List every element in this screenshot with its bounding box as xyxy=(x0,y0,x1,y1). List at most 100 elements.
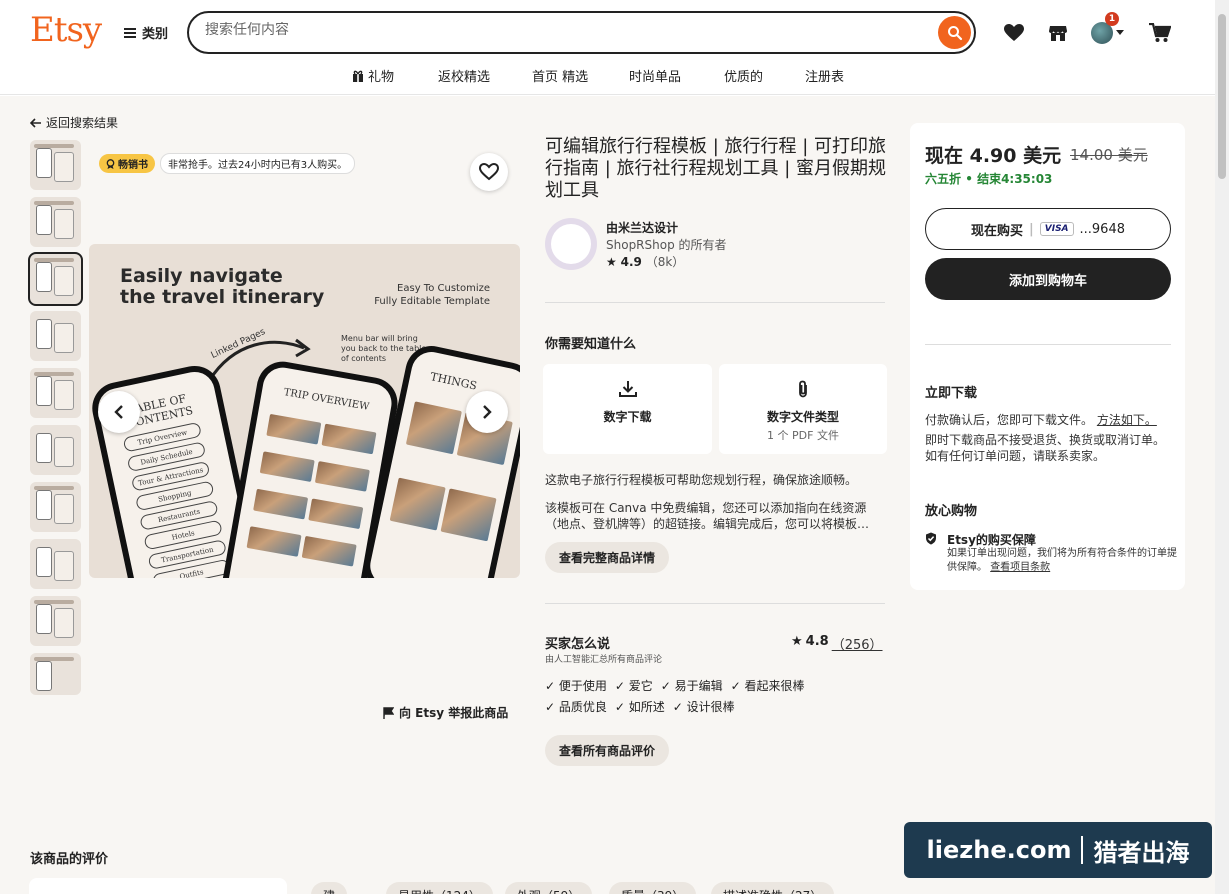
thumbnail[interactable] xyxy=(30,197,81,247)
chevron-left-icon xyxy=(114,405,123,419)
shop-manager-button[interactable] xyxy=(1045,20,1071,46)
how-it-works-link[interactable]: 方法如下。 xyxy=(1097,413,1157,427)
divider xyxy=(545,302,885,303)
shop-logo[interactable] xyxy=(545,218,597,270)
thumbnail[interactable] xyxy=(30,140,81,190)
travel-photo xyxy=(440,488,497,542)
cart-button[interactable] xyxy=(1147,20,1173,46)
next-image-button[interactable] xyxy=(466,391,508,433)
view-all-reviews-button[interactable]: 查看所有商品评价 xyxy=(545,735,670,766)
review-filter-chip[interactable]: 建 xyxy=(311,882,348,894)
hero-note-line1: Menu bar will bring xyxy=(341,334,418,343)
description-p2: 该模板可在 Canva 中免费编辑，您还可以添加指向在线资源（地点、登机牌等）的… xyxy=(545,501,870,531)
account-menu[interactable]: 1 xyxy=(1089,12,1125,46)
thumbnail[interactable] xyxy=(30,368,81,418)
phone2-title: TRIP OVERVIEW xyxy=(282,387,370,413)
file-type-label: 数字文件类型 xyxy=(766,410,839,424)
back-to-results-link[interactable]: 返回搜索结果 xyxy=(30,114,118,131)
travel-photo xyxy=(253,488,309,520)
digital-download-label: 数字下载 xyxy=(603,410,652,424)
medal-icon xyxy=(106,158,115,169)
file-type-sub: 1 个 PDF 文件 xyxy=(767,429,839,442)
hero-title: Easily navigate the travel itinerary xyxy=(120,266,324,308)
description-p1: 这款电子旅行行程模板可帮助您规划行程，确保旅途顺畅。 xyxy=(545,473,858,487)
storefront-icon xyxy=(1049,26,1067,41)
current-price: 现在 4.90 美元 xyxy=(925,145,1062,167)
listing-badges: 畅销书 非常抢手。过去24小时内已有3人购买。 xyxy=(99,153,356,174)
shop-name[interactable]: 由米兰达设计 xyxy=(606,219,727,236)
hero-subtitle-line1: Easy To Customize xyxy=(397,283,490,294)
paperclip-icon xyxy=(799,380,807,398)
product-title: 可编辑旅行行程模板 | 旅行行程 | 可打印旅行指南 | 旅行社行程规划工具 |… xyxy=(545,136,887,201)
watermark-right: 猎者出海 xyxy=(1093,838,1190,867)
add-to-cart-button[interactable]: 添加到购物车 xyxy=(925,258,1171,300)
instant-download-title: 立即下载 xyxy=(925,386,978,401)
travel-photo xyxy=(314,461,370,492)
favorites-button[interactable] xyxy=(1001,20,1027,46)
view-details-button[interactable]: 查看完整商品详情 xyxy=(545,542,670,573)
nav-back-to-school[interactable]: 返校精选 xyxy=(438,66,490,85)
protection-text: 如果订单出现问题，我们将为所有符合条件的订单提供保障。 xyxy=(947,548,1177,573)
review-tag: ✓ 品质优良 xyxy=(545,700,607,714)
thumbnail[interactable] xyxy=(30,653,81,695)
cart-icon xyxy=(1149,23,1171,42)
search-button[interactable] xyxy=(938,16,971,49)
search-input[interactable] xyxy=(205,22,905,38)
nav-gifts[interactable]: 礼物 xyxy=(352,66,394,85)
file-type-card: 数字文件类型 1 个 PDF 文件 xyxy=(719,364,887,454)
safe-shopping-title: 放心购物 xyxy=(925,504,978,519)
chevron-right-icon xyxy=(483,405,492,419)
thumbnail[interactable] xyxy=(30,596,81,646)
travel-photo xyxy=(308,498,364,530)
nav-premium[interactable]: 优质的 xyxy=(724,66,763,85)
gift-icon xyxy=(353,70,363,82)
buyers-rating-value: 4.8 xyxy=(805,634,829,649)
prev-image-button[interactable] xyxy=(98,391,140,433)
thumbnail[interactable] xyxy=(30,539,81,589)
download-icon xyxy=(618,381,637,397)
download-text: 付款确认后，您即可下载文件。 xyxy=(925,413,1094,427)
scrollbar-thumb[interactable] xyxy=(1218,14,1226,179)
travel-photo xyxy=(259,451,315,482)
shop-rating-count: （8k） xyxy=(645,254,685,269)
hero-title-line2: the travel itinerary xyxy=(120,286,325,308)
nav-fashion[interactable]: 时尚单品 xyxy=(629,66,681,85)
report-listing-link[interactable]: 向 Etsy 举报此商品 xyxy=(383,704,508,721)
program-terms-link[interactable]: 查看项目条款 xyxy=(990,562,1050,573)
thumbnail[interactable] xyxy=(30,311,81,361)
review-filter-chip[interactable]: 质量（39） xyxy=(609,882,697,894)
purchase-protection-title: Etsy的购买保障 xyxy=(947,533,1036,547)
thumbnail[interactable] xyxy=(30,482,81,532)
review-filter-chip[interactable]: 描述准确性（27） xyxy=(711,882,835,894)
search-icon xyxy=(947,25,962,40)
thumbnail-selected[interactable] xyxy=(28,252,83,306)
review-filter-chip[interactable]: 易用性（124） xyxy=(386,882,493,894)
review-tag: ✓ 便于使用 xyxy=(545,679,607,693)
buy-now-button[interactable]: 现在购买 | VISA ...9648 xyxy=(925,208,1171,250)
review-filter-chip[interactable]: 外观（59） xyxy=(505,882,593,894)
search-bar xyxy=(187,11,976,54)
listing-page: 返回搜索结果 畅销书 非常抢手。过去24小时内已有3人购买。 Easily na… xyxy=(0,96,1215,894)
purchase-protection-text: 如果订单出现问题，我们将为所有符合条件的订单提供保障。 查看项目条款 xyxy=(947,547,1179,575)
review-tag: ✓ 看起来很棒 xyxy=(730,679,805,693)
buyers-rating[interactable]: ★ 4.8 （256） xyxy=(791,634,883,653)
thumbnail[interactable] xyxy=(30,425,81,475)
review-tags-row1: ✓ 便于使用 ✓ 爱它 ✓ 易于编辑 ✓ 看起来很棒 xyxy=(545,677,805,694)
etsy-logo[interactable]: Etsy xyxy=(30,10,102,50)
shop-rating-value: 4.9 xyxy=(620,254,642,269)
nav-home-picks[interactable]: 首页 精选 xyxy=(532,66,588,85)
hero-subtitle-line2: Fully Editable Template xyxy=(374,296,490,307)
nav-registry[interactable]: 注册表 xyxy=(805,66,844,85)
sale-countdown: 结束4:35:03 xyxy=(977,172,1053,186)
hero-subtitle: Easy To Customize Fully Editable Templat… xyxy=(374,282,490,308)
page-scrollbar[interactable] xyxy=(1215,0,1229,894)
buyers-say-title: 买家怎么说 xyxy=(545,637,611,652)
star-icon: ★ xyxy=(606,254,617,269)
main-product-image[interactable]: Easily navigate the travel itinerary Eas… xyxy=(89,244,520,578)
buy-box: 现在 4.90 美元 14.00 美元 六五折 • 结束4:35:03 现在购买… xyxy=(910,123,1185,590)
travel-photo xyxy=(246,526,302,557)
categories-button[interactable]: 类别 xyxy=(124,23,168,42)
arrow-left-icon xyxy=(30,117,41,128)
favorite-listing-button[interactable] xyxy=(470,153,508,191)
divider xyxy=(545,603,885,604)
